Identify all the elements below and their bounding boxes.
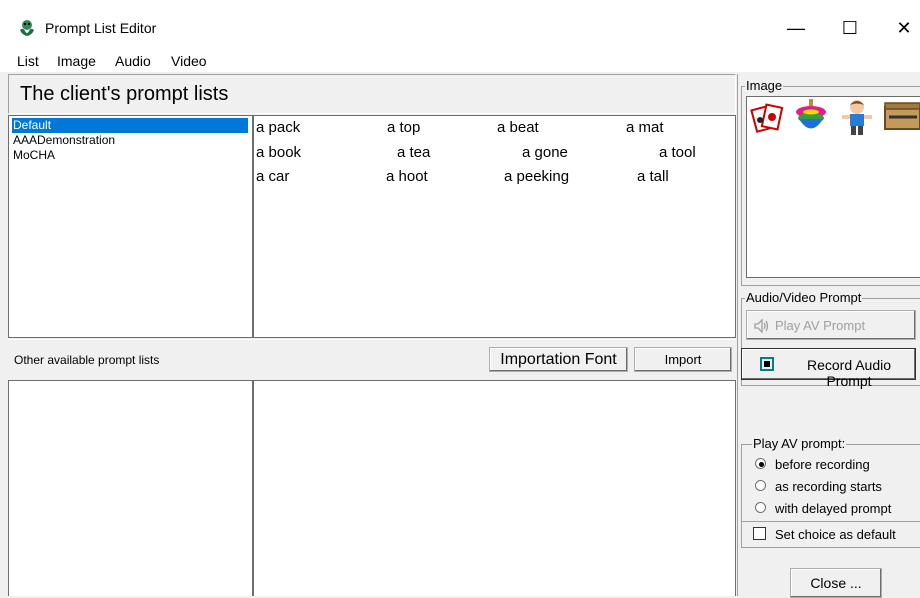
other-lists-label: Other available prompt lists [14, 353, 160, 367]
menu-video[interactable]: Video [171, 52, 207, 70]
option-with-delayed-prompt[interactable]: with delayed prompt [775, 501, 891, 516]
prompt-word[interactable]: a hoot [386, 168, 428, 186]
card-picture-icon[interactable] [750, 100, 786, 134]
prompt-word[interactable]: a beat [497, 119, 539, 137]
prompt-word[interactable]: a pack [256, 119, 300, 137]
record-icon [760, 357, 774, 371]
speaker-icon [754, 318, 769, 334]
play-av-prompt-label: Play AV Prompt [775, 318, 866, 333]
maximize-button[interactable]: ☐ [838, 16, 862, 40]
radio-as-recording-starts[interactable] [755, 480, 766, 491]
other-prompts-pane[interactable] [253, 380, 736, 596]
group-divider [742, 521, 920, 522]
prompt-word[interactable]: a book [256, 144, 301, 162]
set-default-checkbox[interactable] [753, 527, 766, 540]
record-audio-prompt-button[interactable]: Record Audio Prompt [741, 348, 916, 389]
window-title: Prompt List Editor [45, 20, 157, 36]
box-picture-icon[interactable] [883, 101, 920, 133]
record-audio-prompt-label: Record Audio Prompt [806, 357, 892, 389]
minimize-button[interactable]: — [784, 16, 808, 40]
importation-font-button[interactable]: Importation Font [489, 347, 628, 372]
close-window-button[interactable]: ✕ [892, 16, 916, 40]
radio-before-recording[interactable] [755, 458, 766, 469]
image-group-label: Image [745, 78, 784, 93]
menu-image[interactable]: Image [57, 52, 96, 70]
play-av-prompt-button: Play AV Prompt [746, 310, 916, 340]
prompt-word[interactable]: a gone [522, 144, 568, 162]
list-item-mocha[interactable]: MoCHA [12, 148, 248, 163]
radio-with-delayed-prompt[interactable] [755, 502, 766, 513]
list-item-default[interactable]: Default [12, 118, 248, 133]
prompt-word[interactable]: a tall [637, 168, 669, 186]
import-button[interactable]: Import [634, 347, 732, 372]
set-default-label[interactable]: Set choice as default [775, 527, 896, 542]
page-title: The client's prompt lists [20, 83, 229, 105]
menu-list[interactable]: List [17, 52, 39, 70]
prompt-word[interactable]: a peeking [504, 168, 569, 186]
close-button[interactable]: Close ... [790, 568, 882, 598]
prompt-word[interactable]: a top [387, 119, 420, 137]
prompt-word[interactable]: a car [256, 168, 289, 186]
play-av-group-label: Play AV prompt: [752, 436, 847, 451]
prompt-word[interactable]: a mat [626, 119, 664, 137]
app-icon [20, 20, 34, 36]
other-lists-pane[interactable] [8, 380, 253, 596]
option-before-recording[interactable]: before recording [775, 457, 870, 472]
prompt-word[interactable]: a tool [659, 144, 696, 162]
spinning-top-picture-icon[interactable] [793, 98, 829, 136]
boy-picture-icon[interactable] [838, 97, 876, 137]
av-prompt-group-label: Audio/Video Prompt [745, 290, 863, 305]
prompt-word[interactable]: a tea [397, 144, 430, 162]
menu-audio[interactable]: Audio [115, 52, 151, 70]
list-item-aaademonstration[interactable]: AAADemonstration [12, 133, 248, 148]
option-as-recording-starts[interactable]: as recording starts [775, 479, 882, 494]
